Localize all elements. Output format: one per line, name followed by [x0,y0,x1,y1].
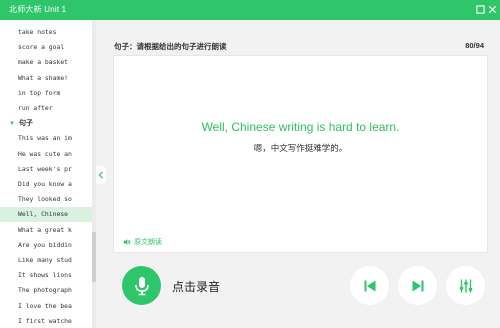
sentence-english: Well, Chinese writing is hard to learn. [201,120,400,134]
sentence-chinese: 嗯，中文写作挺难学的。 [253,143,348,153]
record-button[interactable] [122,266,161,305]
sidebar: take notes score a goal make a basket What … [0,20,96,328]
exercise-prompt: 句子：请根据给出的句子进行朗读 [114,42,227,51]
sidebar-item[interactable]: I first watche [0,314,92,328]
close-button[interactable] [486,3,498,15]
close-icon [488,5,496,13]
sidebar-scroll-thumb[interactable] [92,232,96,282]
sidebar-item[interactable]: What a shame! [0,71,92,86]
sidebar-item[interactable]: He was cute an [0,147,92,162]
sidebar-item[interactable]: Are you biddin [0,238,92,253]
sidebar-item[interactable]: score a goal [0,40,92,55]
sidebar-item[interactable]: This was an im [0,131,92,146]
sidebar-item[interactable]: in top form [0,86,92,101]
progress-counter: 80/94 [465,41,484,50]
sidebar-item[interactable]: run after [0,101,92,116]
sidebar-item[interactable]: What a great k [0,223,92,238]
sidebar-item[interactable]: Like many stud [0,253,92,268]
original-audio-button[interactable]: 原文朗读 [123,237,162,247]
minimize-button[interactable] [474,3,486,15]
settings-button[interactable] [446,266,485,305]
sidebar-item[interactable]: Did you know a [0,177,92,192]
sidebar-item[interactable]: They looked so [0,192,92,207]
chevron-left-icon [98,171,103,179]
next-sentence-button[interactable] [398,266,437,305]
minimize-icon [475,4,485,14]
sliders-icon [459,279,472,292]
title-bar: 北师大新 Unit 1 [0,0,500,20]
sidebar-item[interactable]: Well, Chinese [0,207,92,223]
window-title: 北师大新 Unit 1 [9,5,67,14]
sidebar-item[interactable]: make a basket [0,55,92,70]
previous-sentence-button[interactable] [350,266,389,305]
sidebar-group-label: 句子 [18,120,33,128]
sidebar-item[interactable]: The photograph [0,283,92,298]
sidebar-item[interactable]: It shows lions [0,268,92,283]
sidebar-group-sentences[interactable]: ▼ 句子 [0,116,92,131]
sentence-card: Well, Chinese writing is hard to learn. … [113,55,488,253]
sidebar-item[interactable]: I love the bea [0,299,92,314]
original-audio-label: 原文朗读 [134,239,162,246]
microphone-icon [134,276,149,295]
skip-previous-icon [364,280,375,291]
record-label[interactable]: 点击录音 [172,278,220,295]
sidebar-item[interactable]: take notes [0,25,92,40]
sidebar-item[interactable]: Last week's pr [0,162,92,177]
collapse-sidebar-button[interactable] [96,166,106,184]
caret-down-icon: ▼ [9,121,15,128]
skip-next-icon [412,280,423,291]
speaker-icon [123,239,131,245]
